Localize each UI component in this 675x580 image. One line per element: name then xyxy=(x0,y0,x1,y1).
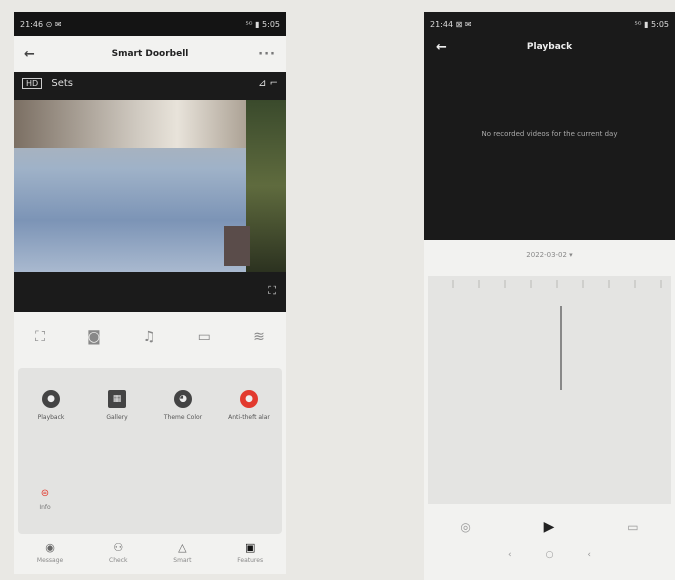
tab-label: Smart xyxy=(173,556,192,564)
feature-label: Playback xyxy=(37,414,65,421)
no-recordings-message: No recorded videos for the current day xyxy=(481,130,618,138)
feature-label: Theme Color xyxy=(163,414,203,421)
tab-label: Message xyxy=(36,556,64,564)
tab-label: Check xyxy=(109,556,128,564)
palette-icon: ◕ xyxy=(174,390,192,408)
record-icon[interactable]: ▭ xyxy=(627,520,638,534)
feature-label: Gallery xyxy=(106,414,128,421)
alarm-icon: ● xyxy=(240,390,258,408)
feature-anti-theft-alarm[interactable]: ● Anti-theft alar xyxy=(216,390,282,422)
features-icon: ▣ xyxy=(244,540,256,554)
info-icon: ⊜ xyxy=(40,487,50,499)
microphone-icon[interactable]: ♫ xyxy=(143,329,156,345)
status-left: 21:44 ⊠ ✉ xyxy=(430,19,472,29)
gallery-icon: ▦ xyxy=(108,390,126,408)
tab-message[interactable]: ◉ Message xyxy=(37,541,63,564)
scene-door xyxy=(224,226,250,266)
quality-label[interactable]: Sets xyxy=(51,78,73,89)
playback-controls: ◎ ▶ ▭ xyxy=(424,504,675,550)
camera-image xyxy=(14,100,286,272)
tab-features[interactable]: ▣ Features xyxy=(237,541,263,564)
system-nav-bar: ‹ ○ ‹ xyxy=(424,550,675,566)
status-right: ⁵ᴳ ▮ 5:05 xyxy=(634,19,669,29)
app-bar: ← Smart Doorbell ··· xyxy=(14,36,286,72)
live-video-view[interactable]: HD Sets ⊿ ⌐ ⛶ xyxy=(14,72,286,312)
feature-label: Info xyxy=(39,504,51,511)
scene-plant xyxy=(246,100,286,272)
page-title: Playback xyxy=(526,42,573,52)
expand-icon[interactable]: ⛶ xyxy=(268,284,276,298)
feature-theme-color[interactable]: ◕ Theme Color xyxy=(150,390,216,422)
record-icon[interactable]: ▭ xyxy=(198,329,211,345)
page-title: Smart Doorbell xyxy=(111,49,189,59)
feature-playback[interactable]: ● Playback xyxy=(18,390,84,422)
screenshot-icon[interactable]: ◎ xyxy=(460,520,470,534)
camera-icon[interactable]: ◙ xyxy=(87,329,101,345)
tab-label: Features xyxy=(237,556,264,564)
tab-check[interactable]: ⚇ Check xyxy=(109,541,127,564)
tab-smart[interactable]: △ Smart xyxy=(173,541,191,564)
playback-icon: ● xyxy=(42,390,60,408)
timeline-cursor[interactable] xyxy=(560,306,562,390)
hd-toggle[interactable]: HD xyxy=(22,78,43,89)
status-bar: 21:46 ⊙ ✉ ⁵ᴳ ▮ 5:05 xyxy=(14,12,286,36)
message-icon: ◉ xyxy=(45,540,55,554)
status-right: ⁵ᴳ ▮ 5:05 xyxy=(245,19,280,29)
playback-video[interactable]: 21:44 ⊠ ✉ ⁵ᴳ ▮ 5:05 ← Playback No record… xyxy=(424,12,675,240)
fullscreen-icon[interactable]: ⊿ ⌐ xyxy=(258,78,278,89)
timeline[interactable] xyxy=(428,276,671,504)
video-controls: ⛶ ◙ ♫ ▭ ≋ xyxy=(14,312,286,362)
smart-doorbell-screen: 21:46 ⊙ ✉ ⁵ᴳ ▮ 5:05 ← Smart Doorbell ···… xyxy=(14,12,286,574)
more-controls-icon[interactable]: ≋ xyxy=(253,329,265,345)
check-icon: ⚇ xyxy=(113,540,124,554)
status-bar: 21:44 ⊠ ✉ ⁵ᴳ ▮ 5:05 xyxy=(424,12,675,36)
more-options-icon[interactable]: ··· xyxy=(256,47,276,62)
feature-gallery[interactable]: ▦ Gallery xyxy=(84,390,150,422)
playback-header: ← Playback xyxy=(424,36,675,58)
back-arrow-icon[interactable]: ← xyxy=(24,47,44,62)
nav-recent-icon[interactable]: ‹ xyxy=(587,550,591,566)
feature-info[interactable]: ⊜ Info xyxy=(36,486,54,512)
timeline-ticks xyxy=(428,280,671,288)
play-icon[interactable]: ▶ xyxy=(544,519,555,535)
bottom-tab-bar: ◉ Message ⚇ Check △ Smart ▣ Features xyxy=(14,530,286,574)
feature-label: Anti-theft alar xyxy=(228,414,270,421)
nav-home-icon[interactable]: ○ xyxy=(546,550,554,566)
date-selector[interactable]: 2022-03-02 ▾ xyxy=(424,240,675,270)
screenshot-crop-icon[interactable]: ⛶ xyxy=(35,329,45,345)
playback-screen: 21:44 ⊠ ✉ ⁵ᴳ ▮ 5:05 ← Playback No record… xyxy=(424,12,675,580)
status-left: 21:46 ⊙ ✉ xyxy=(20,19,62,29)
video-overlay: HD Sets ⊿ ⌐ xyxy=(22,78,278,89)
nav-back-icon[interactable]: ‹ xyxy=(508,550,512,566)
features-panel: ● Playback ▦ Gallery ◕ Theme Color ● Ant… xyxy=(18,368,282,534)
smart-icon: △ xyxy=(178,540,187,554)
back-arrow-icon[interactable]: ← xyxy=(436,40,447,55)
